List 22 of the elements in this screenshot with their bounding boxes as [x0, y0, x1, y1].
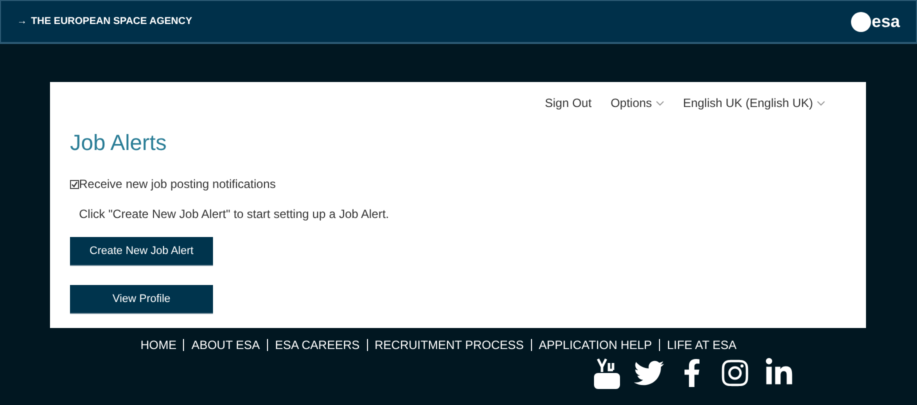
footer-link[interactable]: ABOUT ESA [183, 339, 267, 351]
checkbox-label: Receive new job posting notifications [79, 176, 276, 193]
arrow-text: → [17, 15, 27, 29]
chevron-down-icon [817, 100, 825, 106]
top-link[interactable]: English UK (English UK) [682, 94, 825, 112]
checkbox[interactable] [70, 180, 79, 188]
top-link[interactable]: Sign Out [544, 94, 592, 112]
footer-link[interactable]: APPLICATION HELP [530, 339, 659, 351]
bird-icon[interactable] [634, 358, 664, 388]
footer-link[interactable]: RECRUITMENT PROCESS [366, 339, 531, 351]
instruction-text: Click "Create New Job Alert" to start setting up a Job Alert. [79, 206, 390, 223]
chevron-down-icon [656, 100, 664, 106]
action-button[interactable]: View Profile [70, 285, 213, 314]
instagram-icon[interactable] [720, 358, 750, 388]
footer-link[interactable]: ESA CAREERS [266, 339, 367, 351]
page-title: Job Alerts [70, 129, 168, 157]
footer-link[interactable]: HOME [140, 339, 184, 351]
top-link[interactable]: Options [610, 94, 664, 112]
agency-title[interactable]: THE EUROPEAN SPACE AGENCY [31, 14, 192, 29]
action-button[interactable]: Create New Job Alert [70, 237, 213, 266]
esa-logo[interactable]: esa [850, 12, 900, 32]
footer-link[interactable]: LIFE AT ESA [658, 339, 744, 351]
